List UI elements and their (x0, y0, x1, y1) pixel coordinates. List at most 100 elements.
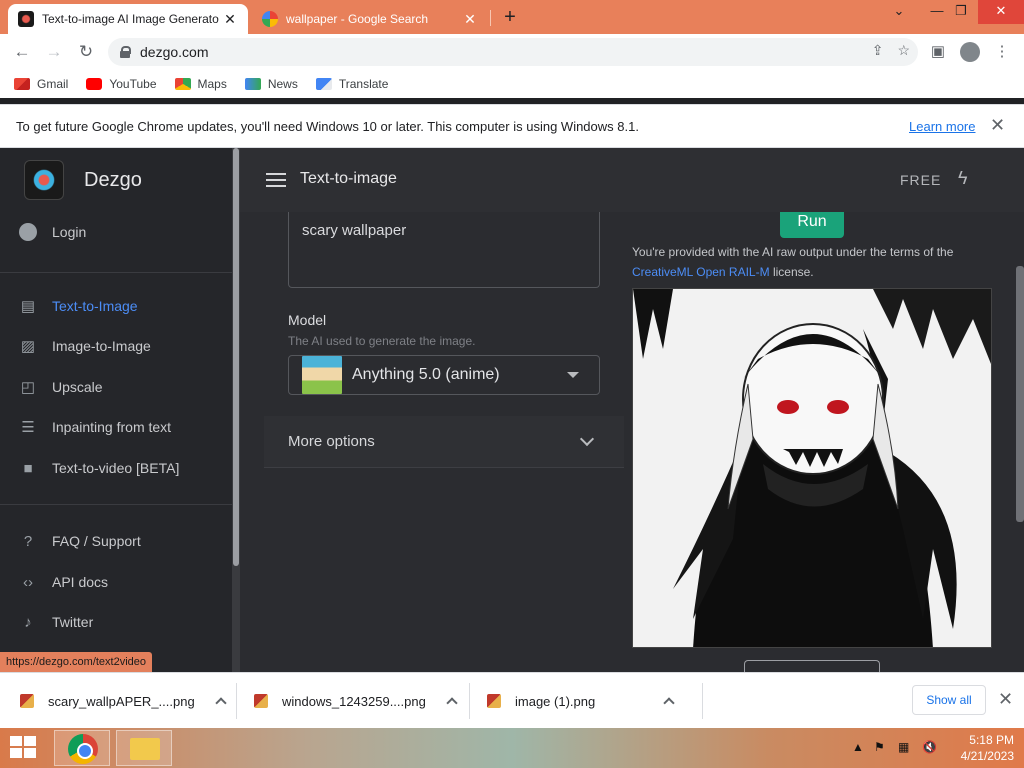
sidebar-item-twitter[interactable]: ♪ Twitter (18, 610, 218, 634)
prompt-text: scary wallpaper (302, 222, 407, 239)
sidebar-item-api-docs[interactable]: ‹› API docs (18, 570, 218, 594)
image-icon: ▨ (20, 338, 36, 355)
download-image-button[interactable] (744, 660, 880, 672)
dezgo-logo-icon (24, 160, 64, 200)
downloads-bar: scary_wallpAPER_....png windows_1243259.… (0, 672, 1024, 728)
lightning-icon[interactable]: ϟ (958, 168, 968, 189)
question-icon: ? (23, 532, 33, 550)
hamburger-menu-icon[interactable] (266, 173, 286, 187)
dropdown-caret-icon (567, 372, 579, 378)
bookmark-label: YouTube (109, 77, 157, 91)
volume-muted-icon[interactable]: 🔇 (922, 740, 937, 754)
sidebar-item-login[interactable]: Login (18, 220, 218, 244)
tab-dezgo[interactable]: Text-to-image AI Image Generato ✕ (8, 4, 248, 34)
share-icon[interactable]: ⇪ (872, 42, 884, 59)
download-item[interactable]: scary_wallpAPER_....png (20, 689, 227, 713)
sidebar-item-faq[interactable]: ? FAQ / Support (18, 529, 218, 553)
download-filename: image (1).png (515, 693, 596, 709)
close-tab-icon[interactable]: ✕ (222, 11, 238, 28)
more-options-label: More options (288, 433, 375, 450)
url-text: dezgo.com (140, 44, 209, 60)
brand[interactable]: Dezgo (24, 160, 142, 200)
taskbar-chrome[interactable] (54, 730, 110, 766)
app-topbar: Text-to-image FREE ϟ (240, 148, 1024, 212)
sidebar-item-label: Image-to-Image (52, 338, 151, 354)
google-favicon-icon (262, 11, 278, 27)
sidebar-item-inpainting[interactable]: ☰ Inpainting from text (18, 415, 218, 439)
download-filename: scary_wallpAPER_....png (48, 693, 195, 709)
sidebar-item-upscale[interactable]: ◰ Upscale (18, 375, 218, 399)
chevron-up-icon[interactable] (215, 697, 227, 709)
chevron-up-icon[interactable] (446, 697, 458, 709)
bookmark-news[interactable]: News (244, 77, 298, 91)
bookmark-translate[interactable]: Translate (315, 77, 389, 91)
reload-icon[interactable]: ↻ (74, 40, 98, 64)
download-filename: windows_1243259....png (282, 693, 426, 709)
tray-expand-icon[interactable]: ▲ (852, 740, 864, 754)
prompt-textarea[interactable]: scary wallpaper (288, 212, 600, 288)
download-item[interactable]: windows_1243259....png (254, 689, 458, 713)
close-infobar-icon[interactable]: ✕ (990, 115, 1005, 136)
lock-icon[interactable] (120, 46, 131, 58)
tab-google-search[interactable]: wallpaper - Google Search ✕ (252, 4, 488, 34)
bookmark-gmail[interactable]: Gmail (14, 77, 68, 91)
close-tab-icon[interactable]: ✕ (462, 11, 478, 28)
chevron-up-icon[interactable] (663, 697, 675, 709)
web-page: Dezgo Login ▤ Text-to-Image ▨ Image-to-I… (0, 148, 1024, 672)
bookmark-label: News (267, 77, 298, 91)
sidebar-scrollbar[interactable] (232, 148, 240, 672)
close-window-icon[interactable]: ✕ (978, 0, 1024, 24)
clock-time: 5:18 PM (969, 733, 1014, 747)
network-icon[interactable]: ▦ (898, 740, 909, 754)
close-downloads-icon[interactable]: ✕ (998, 689, 1013, 710)
more-options-accordion[interactable]: More options (264, 416, 624, 468)
sidebar-item-label: API docs (52, 574, 109, 590)
sidebar-item-image-to-image[interactable]: ▨ Image-to-Image (18, 334, 218, 358)
menu-kebab-icon[interactable]: ⋮ (990, 40, 1014, 64)
download-item[interactable]: image (1).png (487, 689, 675, 713)
dezgo-favicon-icon (18, 11, 34, 27)
sidebar-item-label: Login (52, 224, 87, 240)
generated-image[interactable] (632, 288, 992, 648)
sidebar-item-text-to-image[interactable]: ▤ Text-to-Image (18, 294, 218, 318)
content-scrollbar-thumb[interactable] (1016, 266, 1024, 522)
sidebar-scroll-thumb[interactable] (233, 148, 239, 566)
sidebar-divider (0, 272, 232, 273)
show-all-button[interactable]: Show all (912, 685, 986, 715)
new-tab-icon[interactable]: + (498, 6, 522, 30)
model-select[interactable]: Anything 5.0 (anime) (288, 355, 600, 395)
model-selected-value: Anything 5.0 (anime) (352, 366, 500, 383)
bookmark-youtube[interactable]: YouTube (86, 77, 157, 91)
system-clock[interactable]: 5:18 PM 4/21/2023 (952, 732, 1014, 764)
page-title: Text-to-image (300, 170, 397, 187)
bookmark-maps[interactable]: Maps (174, 77, 227, 91)
sidebar-item-text-to-video[interactable]: ■ Text-to-video [BETA] (18, 456, 218, 480)
bookmark-label: Translate (338, 77, 389, 91)
profile-avatar-icon[interactable] (958, 40, 982, 64)
bookmark-star-icon[interactable]: ☆ (897, 42, 910, 59)
forward-icon[interactable]: → (42, 40, 66, 64)
restore-icon[interactable]: ❐ (944, 0, 978, 24)
bookmark-label: Maps (197, 77, 227, 91)
tab-search-icon[interactable]: ⌄ (882, 0, 916, 24)
taskbar-file-explorer[interactable] (116, 730, 172, 766)
windows-start-icon[interactable] (10, 736, 38, 760)
learn-more-link[interactable]: Learn more (909, 119, 975, 134)
license-link[interactable]: CreativeML Open RAIL-M (632, 265, 770, 279)
model-label: Model (288, 312, 327, 328)
youtube-icon (86, 78, 103, 90)
account-icon (18, 223, 38, 241)
address-bar[interactable]: dezgo.com ⇪ ☆ (108, 38, 918, 66)
image-file-icon (20, 694, 34, 708)
license-notice: You're provided with the AI raw output u… (632, 242, 1002, 282)
back-icon[interactable]: ← (10, 40, 34, 64)
upscale-icon: ◰ (20, 379, 36, 396)
folder-icon (130, 738, 160, 760)
plan-badge[interactable]: FREE (900, 172, 941, 188)
download-separator (469, 683, 470, 719)
chat-icon: ▤ (20, 298, 36, 315)
side-panel-icon[interactable]: ▣ (926, 40, 950, 64)
run-button[interactable]: Run (780, 212, 844, 238)
sidebar-item-label: FAQ / Support (52, 533, 141, 549)
action-center-flag-icon[interactable]: ⚑ (874, 740, 885, 754)
